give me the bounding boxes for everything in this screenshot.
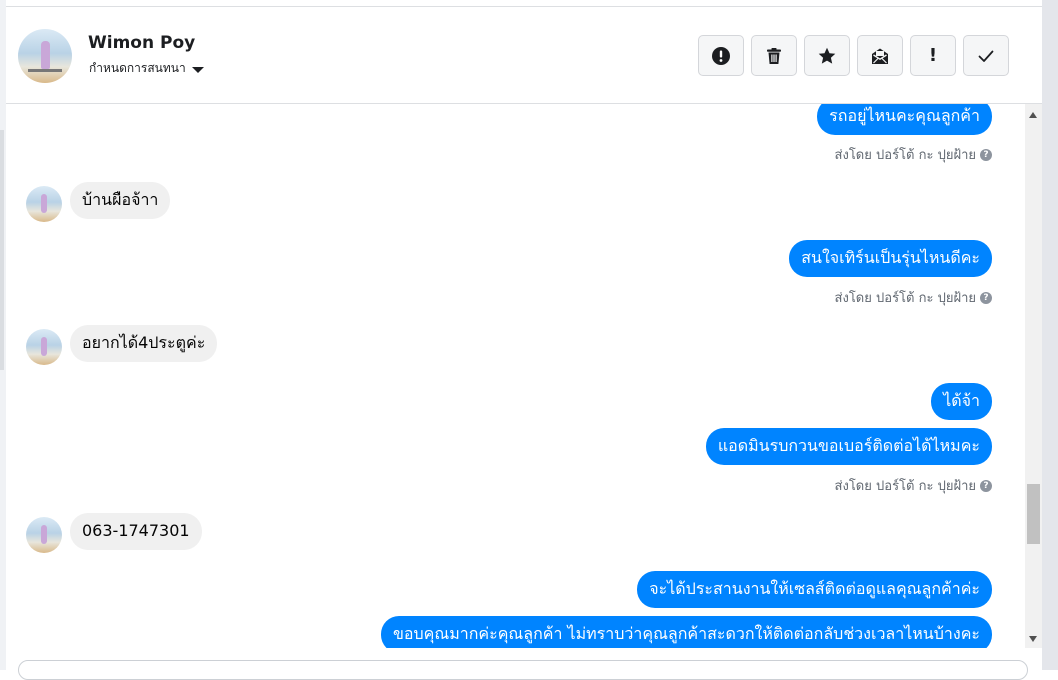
mark-spam-button[interactable]	[698, 35, 744, 76]
assign-conversation-dropdown[interactable]: กำหนดการสนทนา	[89, 59, 204, 78]
sender-avatar[interactable]	[26, 329, 62, 365]
left-panel-scroll-thumb[interactable]	[0, 130, 4, 370]
message-outgoing[interactable]: ได้จ้า	[931, 383, 992, 420]
sent-by-text: ส่งโดย ปอร์โต้ กะ ปุยฝ้าย	[834, 479, 976, 494]
exclamation-icon: !	[928, 45, 938, 66]
star-icon	[818, 47, 836, 64]
follow-up-button[interactable]: !	[910, 35, 956, 76]
header-actions: !	[698, 35, 1009, 76]
mark-done-button[interactable]	[963, 35, 1009, 76]
delete-button[interactable]	[751, 35, 797, 76]
scrollbar-thumb[interactable]	[1027, 484, 1040, 544]
contact-name[interactable]: Wimon Poy	[88, 33, 195, 53]
message-incoming[interactable]: 063-1747301	[70, 513, 202, 550]
sent-by-text: ส่งโดย ปอร์โต้ กะ ปุยฝ้าย	[834, 291, 976, 306]
sender-avatar[interactable]	[26, 186, 62, 222]
caret-down-icon	[191, 66, 204, 73]
message-outgoing[interactable]: ขอบคุณมากค่ะคุณลูกค้า ไม่ทราบว่าคุณลูกค้…	[380, 616, 992, 648]
scroll-up-arrow-icon[interactable]	[1029, 112, 1037, 118]
star-button[interactable]	[804, 35, 850, 76]
message-incoming[interactable]: อยากได้4ประตูค่ะ	[70, 325, 218, 362]
conversation-header: Wimon Poy กำหนดการสนทนา !	[6, 6, 1042, 104]
sent-by-label: ส่งโดย ปอร์โต้ กะ ปุยฝ้าย ?	[835, 287, 992, 308]
thread-scrollbar[interactable]	[1025, 104, 1042, 648]
message-outgoing[interactable]: แอดมินรบกวนขอเบอร์ติดต่อได้ไหมคะ	[705, 428, 992, 465]
sent-by-label: ส่งโดย ปอร์โต้ กะ ปุยฝ้าย ?	[835, 475, 992, 496]
mark-unread-button[interactable]	[857, 35, 903, 76]
right-panel-edge	[1042, 0, 1058, 670]
assign-conversation-label: กำหนดการสนทนา	[89, 61, 186, 75]
mark-unread-icon	[872, 48, 888, 64]
help-icon[interactable]: ?	[980, 148, 992, 161]
help-icon[interactable]: ?	[980, 291, 992, 304]
message-incoming[interactable]: บ้านผือจ้าา	[70, 182, 171, 219]
alert-circle-icon	[712, 46, 730, 65]
message-thread: รถอยู่ไหนคะคุณลูกค้า ส่งโดย ปอร์โต้ กะ ป…	[6, 104, 1025, 648]
message-outgoing[interactable]: สนใจเทิร์นเป็นรุ่นไหนดีคะ	[789, 240, 992, 277]
sender-avatar[interactable]	[26, 517, 62, 553]
sent-by-label: ส่งโดย ปอร์โต้ กะ ปุยฝ้าย ?	[835, 144, 992, 165]
scroll-down-arrow-icon[interactable]	[1029, 636, 1037, 642]
trash-icon	[767, 47, 781, 64]
check-icon	[978, 50, 994, 62]
message-outgoing[interactable]: จะได้ประสานงานให้เซลส์ติดต่อดูแลคุณลูกค้…	[637, 571, 992, 608]
message-outgoing[interactable]: รถอยู่ไหนคะคุณลูกค้า	[817, 104, 992, 135]
sent-by-text: ส่งโดย ปอร์โต้ กะ ปุยฝ้าย	[834, 148, 976, 163]
contact-avatar[interactable]	[18, 29, 72, 83]
help-icon[interactable]: ?	[980, 479, 992, 492]
message-composer-input[interactable]	[18, 660, 1028, 680]
